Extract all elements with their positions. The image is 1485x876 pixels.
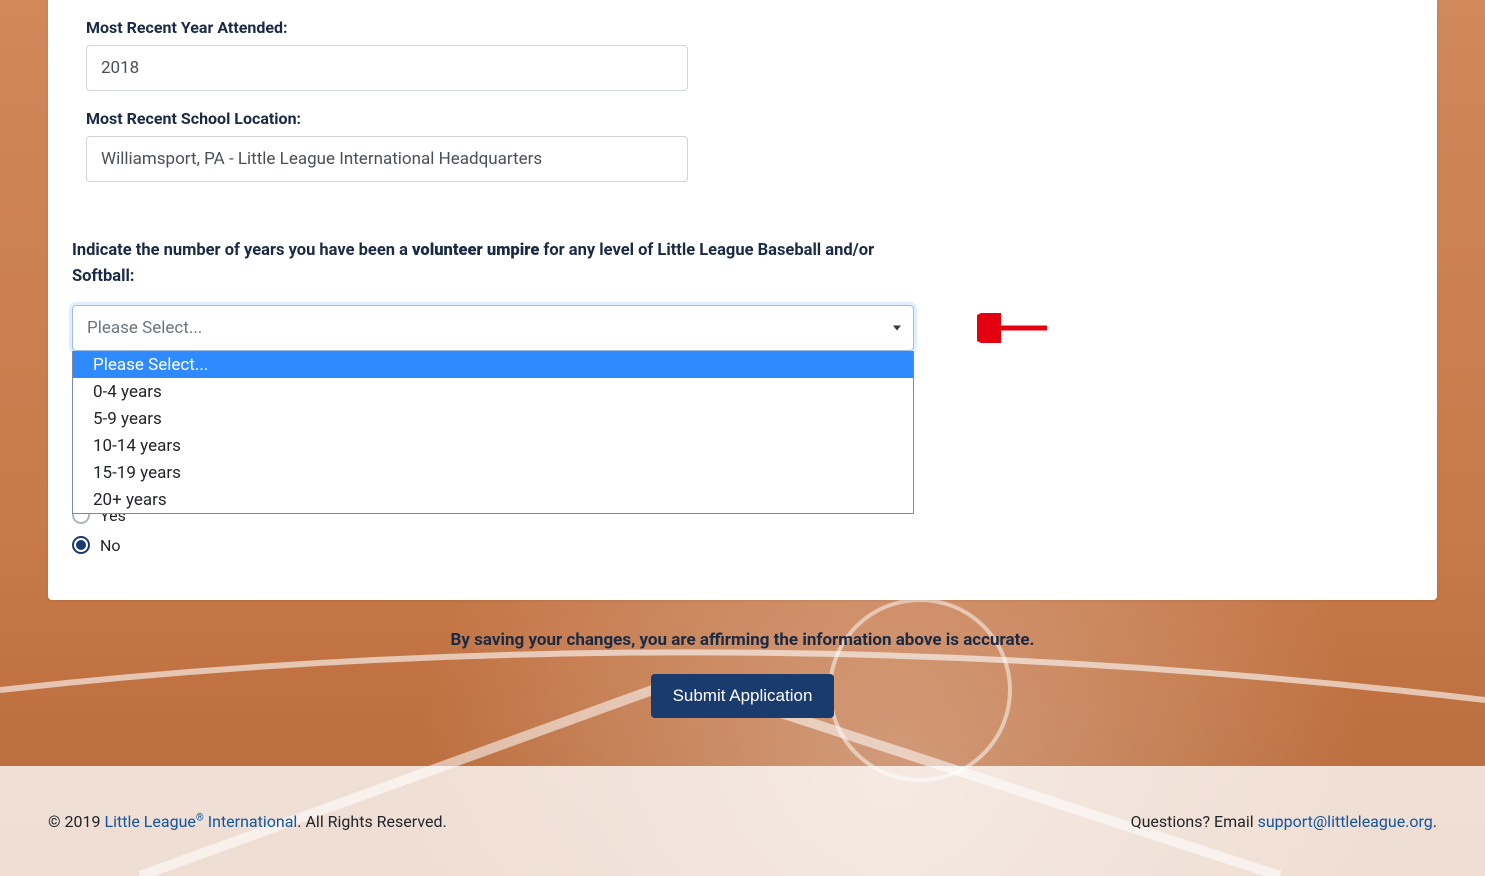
support-email-link[interactable]: support@littleleague.org bbox=[1258, 812, 1433, 831]
years-volunteer-select-wrapper: Please Select... Please Select... 0-4 ye… bbox=[72, 305, 914, 351]
chevron-down-icon bbox=[893, 326, 901, 331]
dropdown-option-0-4[interactable]: 0-4 years bbox=[73, 378, 913, 405]
little-league-link[interactable]: Little League® International bbox=[104, 812, 297, 831]
dropdown-option-please-select[interactable]: Please Select... bbox=[73, 351, 913, 378]
application-form-card: Most Recent Year Attended: 2018 Most Rec… bbox=[48, 0, 1437, 600]
radio-button-checked-icon bbox=[72, 536, 90, 554]
years-volunteer-select[interactable]: Please Select... bbox=[72, 305, 914, 351]
annotation-arrow-icon bbox=[977, 313, 1057, 343]
dropdown-option-10-14[interactable]: 10-14 years bbox=[73, 432, 913, 459]
radio-no-label: No bbox=[100, 536, 121, 555]
affirm-text: By saving your changes, you are affirmin… bbox=[0, 630, 1485, 650]
radio-no[interactable]: No bbox=[72, 530, 126, 560]
years-volunteer-dropdown: Please Select... 0-4 years 5-9 years 10-… bbox=[72, 351, 914, 514]
footer-copyright: © 2019 Little League® International. All… bbox=[48, 812, 1131, 831]
school-location-input[interactable]: Williamsport, PA - Little League Interna… bbox=[86, 136, 688, 182]
dropdown-option-20-plus[interactable]: 20+ years bbox=[73, 486, 913, 513]
dropdown-option-15-19[interactable]: 15-19 years bbox=[73, 459, 913, 486]
submit-application-button[interactable]: Submit Application bbox=[651, 674, 835, 718]
years-volunteer-question: Indicate the number of years you have be… bbox=[72, 238, 902, 289]
year-attended-label: Most Recent Year Attended: bbox=[86, 18, 1399, 37]
footer: © 2019 Little League® International. All… bbox=[0, 766, 1485, 876]
year-attended-value: 2018 bbox=[101, 58, 139, 78]
affirm-section: By saving your changes, you are affirmin… bbox=[0, 630, 1485, 718]
school-location-value: Williamsport, PA - Little League Interna… bbox=[101, 149, 542, 169]
dropdown-option-5-9[interactable]: 5-9 years bbox=[73, 405, 913, 432]
footer-support: Questions? Email support@littleleague.or… bbox=[1131, 812, 1437, 831]
year-attended-input[interactable]: 2018 bbox=[86, 45, 688, 91]
school-location-label: Most Recent School Location: bbox=[86, 109, 1399, 128]
select-placeholder-text: Please Select... bbox=[87, 318, 202, 338]
